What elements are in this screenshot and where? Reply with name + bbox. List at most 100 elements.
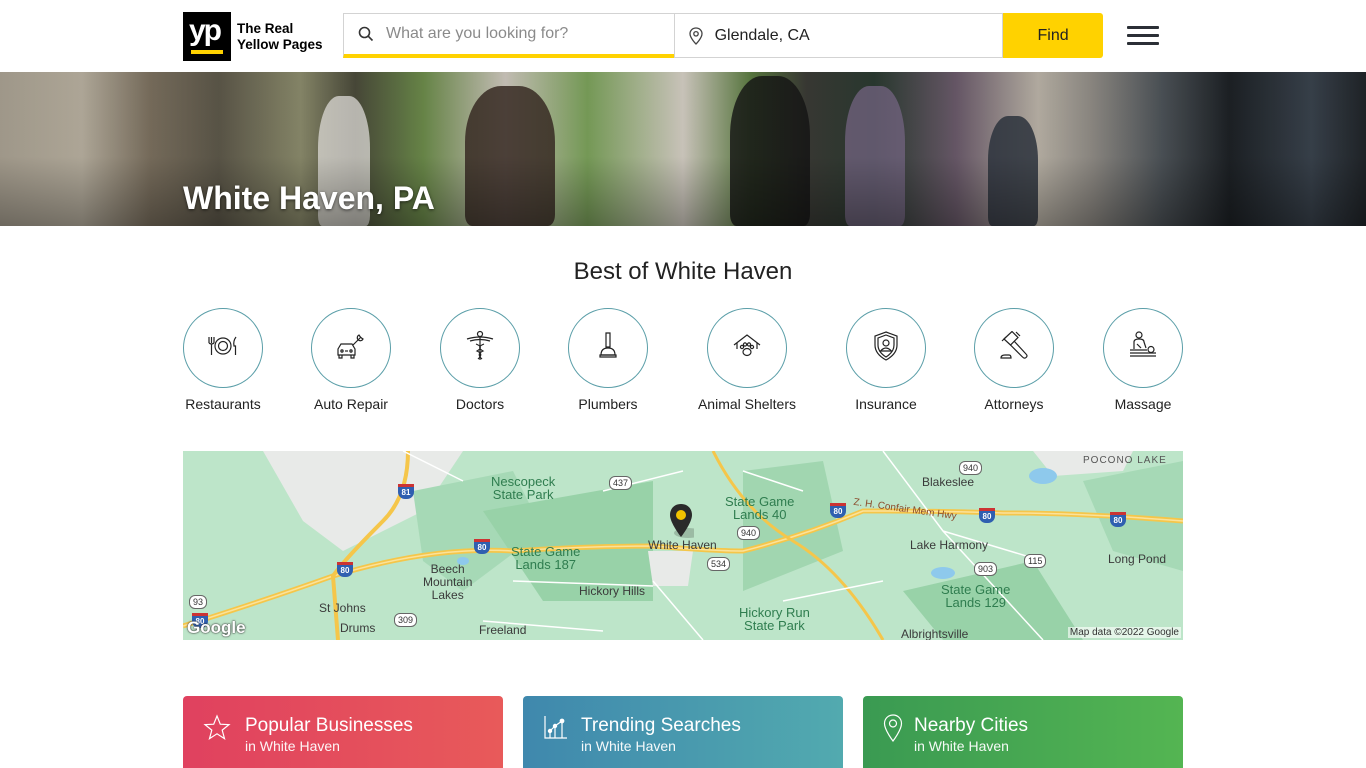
interstate-shield: 80	[1110, 512, 1126, 527]
star-icon	[203, 714, 231, 747]
map-label: Hickory Run State Park	[739, 605, 810, 633]
map-label: White Haven	[648, 538, 717, 552]
search-bar: Find	[343, 13, 1103, 58]
popular-businesses-card[interactable]: Popular Businesses in White Haven	[183, 696, 503, 768]
category-label: Plumbers	[578, 396, 638, 412]
route-marker: 437	[609, 476, 633, 490]
insurance-shield-icon	[873, 330, 899, 366]
map-label: Beech Mountain Lakes	[423, 562, 473, 602]
search-input[interactable]	[386, 25, 656, 43]
map-label: State Game Lands 187	[511, 544, 581, 572]
map-label: Long Pond	[1108, 552, 1167, 566]
map-attribution[interactable]: Map data ©2022 Google	[1067, 627, 1181, 638]
map-label: Drums	[340, 621, 376, 635]
category-list: Restaurants Auto Repair Doctors Plumbers	[183, 308, 1183, 418]
city-title: White Haven, PA	[183, 180, 435, 216]
search-what-field	[343, 13, 674, 58]
location-input[interactable]	[714, 26, 985, 45]
logo-mark-text: yp	[189, 14, 222, 47]
card-subtitle: in White Haven	[581, 738, 676, 754]
map-label: Lake Harmony	[910, 538, 989, 552]
category-circle	[568, 308, 648, 388]
find-button[interactable]: Find	[1003, 13, 1103, 58]
map-label: St Johns	[319, 601, 366, 615]
category-auto-repair[interactable]: Auto Repair	[296, 308, 406, 412]
map-label: Freeland	[479, 623, 527, 637]
menu-bar	[1127, 26, 1159, 29]
category-label: Restaurants	[185, 396, 261, 412]
category-circle	[1103, 308, 1183, 388]
route-marker: 940	[959, 461, 983, 475]
menu-bar	[1127, 34, 1159, 37]
best-of-title: Best of White Haven	[573, 258, 793, 285]
yp-logo-mark: yp	[183, 12, 231, 61]
search-icon	[346, 26, 386, 42]
category-circle	[311, 308, 391, 388]
category-animal-shelters[interactable]: Animal Shelters	[692, 308, 802, 412]
location-pin-icon	[883, 714, 903, 747]
logo-line-1: The Real	[237, 20, 294, 36]
map-label: Blakeslee	[922, 475, 975, 489]
category-label: Doctors	[455, 396, 505, 412]
card-title: Trending Searches	[581, 715, 741, 736]
logo-underline	[191, 50, 223, 54]
google-logo: Google	[187, 618, 246, 637]
category-doctors[interactable]: Doctors	[425, 308, 535, 412]
header: yp The Real Yellow Pages Find	[0, 0, 1366, 72]
route-marker: 309	[394, 613, 418, 627]
menu-bar	[1127, 42, 1159, 45]
yp-logo[interactable]: yp The Real Yellow Pages	[183, 12, 323, 61]
category-attorneys[interactable]: Attorneys	[959, 308, 1069, 412]
category-circle	[707, 308, 787, 388]
hero-banner: White Haven, PA	[0, 72, 1366, 226]
card-subtitle: in White Haven	[914, 738, 1009, 754]
category-plumbers[interactable]: Plumbers	[553, 308, 663, 412]
map-label: State Game Lands 129	[941, 582, 1011, 610]
category-circle	[440, 308, 520, 388]
trending-chart-icon	[543, 714, 569, 745]
route-marker: 940	[737, 526, 761, 540]
hamburger-menu-icon[interactable]	[1127, 26, 1159, 46]
category-circle	[183, 308, 263, 388]
logo-line-2: Yellow Pages	[237, 36, 323, 52]
nearby-cities-card[interactable]: Nearby Cities in White Haven	[863, 696, 1183, 768]
map-label: Hickory Hills	[579, 584, 645, 598]
card-title: Popular Businesses	[245, 715, 413, 736]
route-marker: 93	[189, 595, 208, 609]
route-marker: 534	[707, 557, 731, 571]
category-label: Massage	[1114, 396, 1172, 412]
card-title: Nearby Cities	[914, 715, 1029, 736]
map-pin-icon	[677, 26, 715, 45]
category-label: Insurance	[855, 396, 917, 412]
caduceus-icon	[465, 330, 495, 367]
city-map[interactable]: Nescopeck State Park State Game Lands 187 …	[183, 451, 1183, 640]
map-label: Nescopeck State Park	[491, 474, 556, 502]
category-insurance[interactable]: Insurance	[831, 308, 941, 412]
map-label: Albrightsville	[901, 627, 969, 641]
interstate-shield: 80	[337, 562, 353, 577]
restaurant-icon	[207, 334, 239, 363]
route-marker: 115	[1024, 554, 1047, 568]
gavel-icon	[998, 330, 1030, 366]
category-circle	[974, 308, 1054, 388]
massage-icon	[1127, 330, 1159, 366]
trending-searches-card[interactable]: Trending Searches in White Haven	[523, 696, 843, 768]
animal-shelter-icon	[732, 333, 762, 364]
category-label: Animal Shelters	[697, 396, 797, 412]
card-subtitle: in White Haven	[245, 738, 340, 754]
category-restaurants[interactable]: Restaurants	[168, 308, 278, 412]
category-massage[interactable]: Massage	[1088, 308, 1198, 412]
auto-repair-icon	[335, 332, 367, 365]
search-where-field	[673, 13, 1004, 58]
category-label: Attorneys	[984, 396, 1044, 412]
interstate-shield: 80	[830, 503, 846, 518]
map-label: State Game Lands 40	[725, 494, 795, 522]
route-marker: 903	[974, 562, 998, 576]
plunger-icon	[597, 331, 619, 366]
category-label: Auto Repair	[314, 396, 388, 412]
logo-text: The Real Yellow Pages	[237, 21, 323, 53]
interstate-shield: 81	[398, 484, 414, 499]
interstate-shield: 80	[979, 508, 995, 523]
map-label: POCONO LAKE	[1083, 455, 1167, 466]
interstate-shield: 80	[474, 539, 490, 554]
